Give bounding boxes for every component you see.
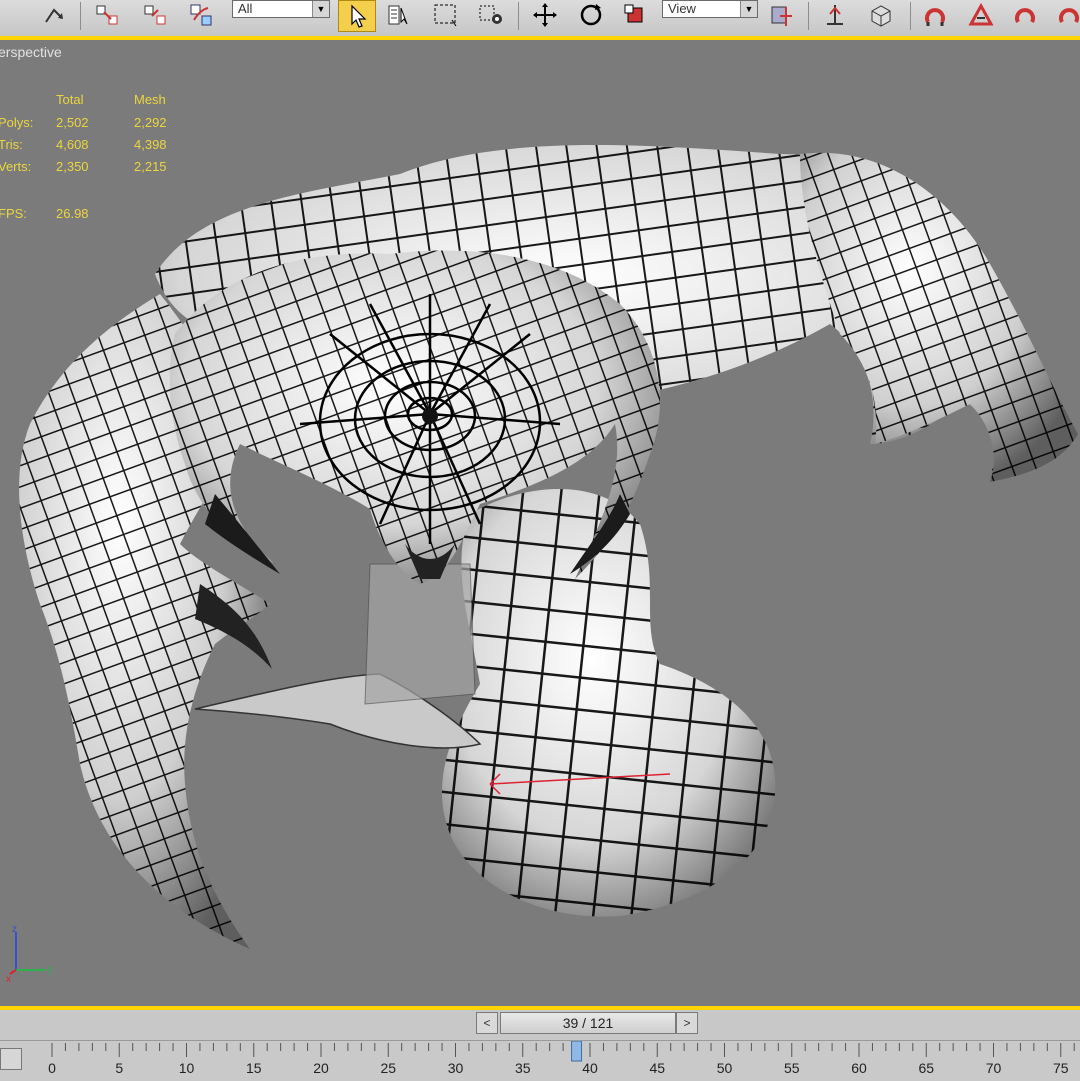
viewport-label[interactable]: erspective bbox=[0, 44, 62, 60]
stat-header-total: Total bbox=[56, 92, 84, 107]
time-slider[interactable]: < 39 / 121 > bbox=[476, 1012, 700, 1036]
perspective-viewport[interactable]: erspective Total Mesh Polys: 2,502 2,292… bbox=[0, 36, 1080, 1010]
timeline-tick-label: 40 bbox=[582, 1060, 598, 1076]
main-toolbar: All ▼ View ▼ bbox=[0, 0, 1080, 37]
select-object-icon[interactable] bbox=[338, 0, 376, 32]
stat-header-mesh: Mesh bbox=[134, 92, 166, 107]
timeline-tick-label: 25 bbox=[380, 1060, 396, 1076]
key-filters-button[interactable] bbox=[0, 1048, 22, 1070]
timeline-tick-label: 10 bbox=[179, 1060, 195, 1076]
timeline-track[interactable]: 0 5 10 15 20 25 30 35 40 45 50 55 60 65 70 75 bbox=[0, 1040, 1080, 1081]
creature-right-arm bbox=[800, 152, 1078, 482]
select-and-rotate-icon[interactable] bbox=[576, 0, 606, 30]
axis-gizmo-icon: z y x bbox=[6, 924, 53, 982]
mirror-icon[interactable] bbox=[1054, 0, 1080, 30]
reference-coordinate-dropdown[interactable]: View ▼ bbox=[662, 0, 758, 18]
reference-coordinate-value: View bbox=[668, 1, 696, 16]
axis-x-label: x bbox=[6, 974, 11, 982]
select-by-name-icon[interactable] bbox=[384, 0, 414, 30]
select-and-move-icon[interactable] bbox=[530, 0, 560, 30]
unlink-icon[interactable] bbox=[140, 0, 170, 30]
timeline-tick-label: 35 bbox=[515, 1060, 531, 1076]
timeline-tick-label: 70 bbox=[986, 1060, 1002, 1076]
stat-label-verts: Verts: bbox=[0, 159, 32, 174]
current-frame-marker[interactable] bbox=[571, 1041, 583, 1062]
timeline-tick-label: 45 bbox=[649, 1060, 665, 1076]
timeline-tick-label: 65 bbox=[918, 1060, 934, 1076]
timeline-tick-label: 0 bbox=[48, 1060, 56, 1076]
undo-icon[interactable] bbox=[40, 0, 70, 30]
viewport-canvas[interactable]: erspective Total Mesh Polys: 2,502 2,292… bbox=[0, 40, 1080, 1006]
select-and-scale-icon[interactable] bbox=[620, 0, 650, 30]
timeline-ruler[interactable]: 0 5 10 15 20 25 30 35 40 45 50 55 60 65 70 75 bbox=[0, 1041, 1080, 1081]
stat-label-fps: FPS: bbox=[0, 206, 27, 221]
select-and-manipulate-icon[interactable] bbox=[820, 0, 850, 30]
angle-snap-icon[interactable] bbox=[920, 0, 950, 30]
window-crossing-icon[interactable] bbox=[476, 0, 506, 30]
timeline-tick-label: 60 bbox=[851, 1060, 867, 1076]
stat-fps-value: 26.98 bbox=[56, 206, 89, 221]
selection-filter-value: All bbox=[238, 1, 253, 16]
stat-label-tris: Tris: bbox=[0, 137, 23, 152]
creature-mesh[interactable] bbox=[0, 40, 1080, 1006]
previous-frame-button[interactable]: < bbox=[476, 1012, 498, 1034]
stat-mesh-verts: 2,215 bbox=[134, 159, 167, 174]
stat-mesh-polys: 2,292 bbox=[134, 115, 167, 130]
chevron-down-icon: ▼ bbox=[740, 1, 757, 17]
timeline-panel: < 39 / 121 > 0 5 10 15 20 25 30 35 40 45 50 55 60 65 7… bbox=[0, 1010, 1080, 1081]
frame-counter[interactable]: 39 / 121 bbox=[500, 1012, 676, 1034]
use-pivot-center-icon[interactable] bbox=[766, 0, 796, 30]
snap-toggle-icon[interactable] bbox=[866, 0, 896, 30]
next-frame-button[interactable]: > bbox=[676, 1012, 698, 1034]
axis-y-label: y bbox=[48, 964, 53, 975]
bind-space-warp-icon[interactable] bbox=[186, 0, 216, 30]
percent-snap-icon[interactable] bbox=[966, 0, 996, 30]
timeline-tick-label: 30 bbox=[448, 1060, 464, 1076]
stat-label-polys: Polys: bbox=[0, 115, 34, 130]
stat-total-polys: 2,502 bbox=[56, 115, 89, 130]
stat-total-verts: 2,350 bbox=[56, 159, 89, 174]
stat-total-tris: 4,608 bbox=[56, 137, 89, 152]
timeline-tick-label: 5 bbox=[115, 1060, 123, 1076]
stat-mesh-tris: 4,398 bbox=[134, 137, 167, 152]
creature-lower-body bbox=[441, 489, 776, 917]
spinner-snap-icon[interactable] bbox=[1010, 0, 1040, 30]
timeline-tick-label: 75 bbox=[1053, 1060, 1069, 1076]
timeline-tick-label: 50 bbox=[717, 1060, 733, 1076]
axis-z-label: z bbox=[12, 924, 17, 935]
timeline-tick-label: 20 bbox=[313, 1060, 329, 1076]
timeline-tick-label: 15 bbox=[246, 1060, 262, 1076]
rectangular-selection-icon[interactable] bbox=[430, 0, 460, 30]
select-and-link-icon[interactable] bbox=[92, 0, 122, 30]
timeline-tick-label: 55 bbox=[784, 1060, 800, 1076]
selection-filter-dropdown[interactable]: All ▼ bbox=[232, 0, 330, 18]
chevron-down-icon: ▼ bbox=[312, 1, 329, 17]
